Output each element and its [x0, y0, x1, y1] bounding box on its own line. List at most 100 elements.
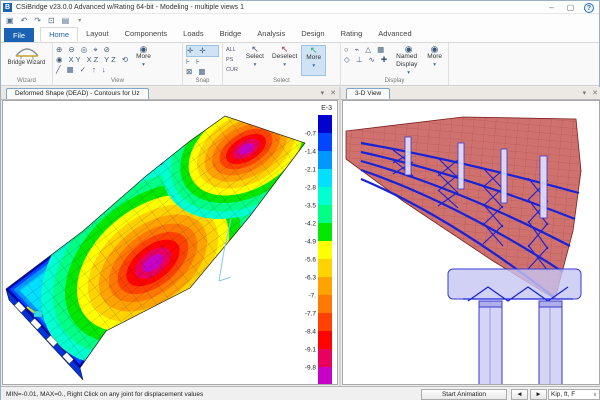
svg-text:-8.4: -8.4 — [305, 329, 317, 336]
help-icon[interactable]: ? — [584, 3, 594, 13]
tab-layout[interactable]: Layout — [78, 27, 117, 42]
qat-dropdown-icon[interactable]: ▾ — [78, 17, 81, 24]
tab-loads[interactable]: Loads — [175, 27, 211, 42]
svg-text:-2.8: -2.8 — [305, 185, 317, 192]
save-icon[interactable]: ▣ — [6, 15, 14, 27]
status-message: MIN=-0.01, MAX=0., Right Click on any jo… — [6, 391, 203, 398]
work-area: Deformed Shape (DEAD) - Contours for Uz … — [1, 87, 600, 386]
display-more-button[interactable]: ◉ More ▾ — [424, 45, 445, 76]
display-icons-row1[interactable]: ○ ⌁ △ ▦ — [344, 45, 389, 55]
panel-close-icon[interactable]: ✕ — [592, 89, 598, 97]
select-all-icon[interactable]: ALL — [226, 45, 238, 55]
3d-view-tabbar: 3-D View ▾ ✕ — [341, 87, 600, 100]
3d-view-panel: 3-D View ▾ ✕ — [341, 87, 600, 386]
group-select: ALL PS CUR ↖ Select ▾ ↖ Deselect ▾ ↖ Mor… — [223, 43, 341, 85]
snap-icons-row3[interactable]: ⊠ ▦ — [186, 67, 219, 77]
snap-icons-row2[interactable]: ⊦ ⊦ — [186, 57, 219, 67]
camera-icon: ◉ — [405, 45, 413, 53]
undo-icon[interactable]: ↶ — [21, 15, 28, 27]
prev-arrow-button[interactable]: ◄ — [511, 389, 528, 400]
tab-3d-view[interactable]: 3-D View — [346, 88, 390, 99]
quick-access-toolbar: ▣ ↶ ↷ ⊡ ▤ ▾ — [1, 14, 599, 27]
window-title: CSiBridge v23.0.0 Advanced w/Rating 64-b… — [16, 4, 244, 11]
group-label-display: Display — [341, 78, 448, 84]
ribbon-tab-bar: File Home Layout Components Loads Bridge… — [1, 27, 599, 43]
panel-dropdown-icon[interactable]: ▾ — [583, 89, 587, 97]
contour-viewport[interactable]: E-3 — [2, 100, 338, 385]
tab-bridge[interactable]: Bridge — [212, 27, 250, 42]
view-icons-row3[interactable]: ╱ ▦ ✓ ↑ ↓ — [56, 65, 130, 75]
cursor-x-icon: ↖ — [281, 45, 289, 53]
select-ps-icon[interactable]: PS — [226, 55, 238, 65]
group-label-select: Select — [223, 78, 340, 84]
pier-cap — [448, 269, 581, 299]
minimize-button[interactable]: – — [542, 1, 561, 14]
pier-columns — [479, 301, 562, 385]
title-bar: B CSiBridge v23.0.0 Advanced w/Rating 64… — [1, 1, 599, 14]
tab-deformed-shape[interactable]: Deformed Shape (DEAD) - Contours for Uz — [6, 88, 149, 99]
bridge-3d-model — [343, 101, 600, 385]
chevron-down-icon: ▾ — [312, 62, 315, 70]
report-icon[interactable]: ▤ — [62, 15, 70, 27]
panel-close-icon[interactable]: ✕ — [330, 89, 336, 97]
tab-rating[interactable]: Rating — [333, 27, 371, 42]
legend-tick-labels: -0.7 -1.4 -2.1 -2.8 -3.5 -4.2 -4.9 -5.6 … — [305, 131, 317, 372]
chevron-down-icon: ▾ — [407, 69, 410, 77]
tab-analysis[interactable]: Analysis — [249, 27, 293, 42]
tab-components[interactable]: Components — [117, 27, 176, 42]
panel-dropdown-icon[interactable]: ▾ — [321, 89, 325, 97]
svg-text:-4.2: -4.2 — [305, 221, 317, 228]
svg-text:-0.7: -0.7 — [305, 131, 317, 138]
units-select[interactable]: ∨ Kip, ft, F — [548, 389, 600, 400]
svg-text:-7.7: -7.7 — [305, 311, 317, 318]
svg-text:-9.8: -9.8 — [305, 365, 317, 372]
status-bar: MIN=-0.01, MAX=0., Right Click on any jo… — [1, 386, 600, 400]
named-display-button[interactable]: ◉ Named Display ▾ — [393, 45, 424, 76]
deselect-button[interactable]: ↖ Deselect ▾ — [268, 45, 301, 76]
bridge-wizard-label: Bridge Wizard — [8, 60, 46, 67]
eye-icon: ◉ — [140, 45, 148, 53]
tab-design[interactable]: Design — [293, 27, 332, 42]
svg-text:-3.5: -3.5 — [305, 203, 317, 210]
snap-icons-row1[interactable]: ✛ ✛ — [186, 45, 219, 57]
view-more-button[interactable]: ◉ More ▾ — [133, 45, 154, 76]
bridge-wizard-button[interactable]: Bridge Wizard — [4, 45, 49, 68]
tab-advanced[interactable]: Advanced — [370, 27, 419, 42]
ribbon: Bridge Wizard Wizard ⊕ ⊖ ◎ ⌖ ⊘ ◉ XY XZ Y… — [1, 43, 599, 86]
contour-legend: E-3 — [295, 101, 335, 385]
cursor-icon: ↖ — [251, 45, 259, 53]
chevron-down-icon: ▾ — [254, 61, 257, 69]
maximize-button[interactable]: ▢ — [561, 1, 580, 14]
group-label-view: View — [53, 78, 182, 84]
chevron-down-icon: ▾ — [283, 61, 286, 69]
select-more-button[interactable]: ↖ More ▾ — [301, 45, 326, 76]
redo-icon[interactable]: ↷ — [34, 15, 41, 27]
svg-text:-6.3: -6.3 — [305, 275, 317, 282]
view-icons-row1[interactable]: ⊕ ⊖ ◎ ⌖ ⊘ — [56, 45, 130, 55]
select-cur-icon[interactable]: CUR — [226, 65, 238, 75]
svg-text:-9.1: -9.1 — [305, 347, 317, 354]
svg-text:-7.: -7. — [308, 293, 316, 300]
view-icons-row2[interactable]: ◉ XY XZ YZ ⟲ — [56, 55, 130, 65]
contour-plot — [3, 101, 338, 385]
lock-icon[interactable]: ⊡ — [48, 15, 55, 27]
svg-text:-4.9: -4.9 — [305, 239, 317, 246]
group-snap: ✛ ✛ ⊦ ⊦ ⊠ ▦ Snap — [183, 43, 223, 85]
tab-file[interactable]: File — [4, 28, 34, 42]
deformed-shape-tabbar: Deformed Shape (DEAD) - Contours for Uz … — [1, 87, 339, 100]
chevron-down-icon: ▾ — [433, 61, 436, 69]
start-animation-button[interactable]: Start Animation — [421, 389, 507, 400]
select-button[interactable]: ↖ Select ▾ — [242, 45, 268, 76]
display-icons-row2[interactable]: ◇ ⊥ ∿ ✚ — [344, 55, 389, 65]
group-wizard: Bridge Wizard Wizard — [1, 43, 53, 85]
camera-icon: ◉ — [431, 45, 439, 53]
tab-home[interactable]: Home — [40, 27, 78, 42]
svg-text:-2.1: -2.1 — [305, 167, 317, 174]
chevron-down-icon: ▾ — [142, 61, 145, 69]
3d-viewport[interactable] — [342, 100, 600, 385]
next-arrow-button[interactable]: ► — [530, 389, 547, 400]
deformed-shape-panel: Deformed Shape (DEAD) - Contours for Uz … — [1, 87, 339, 386]
bridge-icon — [15, 46, 39, 60]
legend-color-bar — [318, 115, 332, 385]
group-display: ○ ⌁ △ ▦ ◇ ⊥ ∿ ✚ ◉ Named Display ▾ ◉ More… — [341, 43, 449, 85]
